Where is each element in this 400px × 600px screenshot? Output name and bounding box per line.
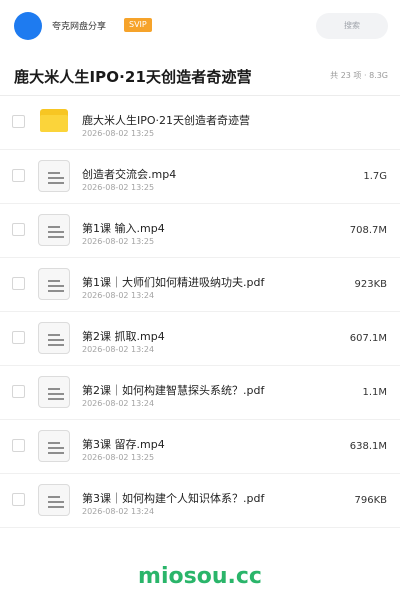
file-name: 第3课 留存.mp4 — [82, 438, 165, 451]
file-name: 第2课 抓取.mp4 — [82, 330, 165, 343]
item-checkbox[interactable] — [12, 169, 25, 182]
file-size: 708.7M — [349, 225, 387, 236]
file-name: 创造者交流会.mp4 — [82, 168, 177, 181]
file-size: 607.1M — [349, 333, 387, 344]
file-date: 2026-08-02 13:25 — [82, 129, 155, 138]
share-meta: 共 23 项 · 8.3G — [330, 71, 388, 80]
file-date: 2026-08-02 13:24 — [82, 399, 155, 408]
file-name: 鹿大米人生IPO·21天创造者奇迹营 — [82, 114, 251, 127]
file-date: 2026-08-02 13:24 — [82, 507, 155, 516]
document-icon — [38, 484, 70, 516]
item-checkbox[interactable] — [12, 493, 25, 506]
svip-badge: SVIP — [124, 18, 152, 32]
file-size: 923KB — [354, 279, 387, 290]
file-date: 2026-08-02 13:25 — [82, 453, 155, 462]
item-checkbox[interactable] — [12, 223, 25, 236]
item-checkbox[interactable] — [12, 277, 25, 290]
list-item[interactable]: 第1课｜大师们如何精进吸纳功夫.pdf 2026-08-02 13:24 923… — [0, 258, 400, 312]
file-date: 2026-08-02 13:24 — [82, 291, 155, 300]
list-item[interactable]: 第3课 留存.mp4 2026-08-02 13:25 638.1M — [0, 420, 400, 474]
file-size: 796KB — [354, 495, 387, 506]
watermark: miosou.cc — [138, 564, 262, 589]
list-item[interactable]: 第2课｜如何构建智慧探头系统？.pdf 2026-08-02 13:24 1.1… — [0, 366, 400, 420]
file-name: 第2课｜如何构建智慧探头系统？.pdf — [82, 384, 265, 397]
list-item[interactable]: 第1课 输入.mp4 2026-08-02 13:25 708.7M — [0, 204, 400, 258]
top-bar: 夸克网盘分享 SVIP 搜索 — [0, 0, 400, 52]
file-date: 2026-08-02 13:24 — [82, 345, 155, 354]
document-icon — [38, 268, 70, 300]
list-item[interactable]: 第3课｜如何构建个人知识体系？.pdf 2026-08-02 13:24 796… — [0, 474, 400, 528]
file-size: 1.7G — [363, 171, 387, 182]
folder-icon — [38, 106, 70, 138]
file-size: 1.1M — [362, 387, 387, 398]
document-icon — [38, 160, 70, 192]
share-title-bar: 鹿大米人生IPO·21天创造者奇迹营 共 23 项 · 8.3G — [0, 52, 400, 96]
file-date: 2026-08-02 13:25 — [82, 237, 155, 246]
file-name: 第1课 输入.mp4 — [82, 222, 165, 235]
list-item[interactable]: 鹿大米人生IPO·21天创造者奇迹营 2026-08-02 13:25 — [0, 96, 400, 150]
item-checkbox[interactable] — [12, 439, 25, 452]
sharer-name: 夸克网盘分享 — [52, 22, 107, 32]
item-checkbox[interactable] — [12, 385, 25, 398]
search-input[interactable]: 搜索 — [316, 13, 388, 39]
document-icon — [38, 214, 70, 246]
file-size: 638.1M — [349, 441, 387, 452]
list-item[interactable]: 第2课 抓取.mp4 2026-08-02 13:24 607.1M — [0, 312, 400, 366]
avatar[interactable] — [14, 12, 42, 40]
document-icon — [38, 322, 70, 354]
document-icon — [38, 376, 70, 408]
page-title: 鹿大米人生IPO·21天创造者奇迹营 — [14, 68, 252, 86]
file-list: 鹿大米人生IPO·21天创造者奇迹营 2026-08-02 13:25 创造者交… — [0, 96, 400, 528]
list-item[interactable]: 创造者交流会.mp4 2026-08-02 13:25 1.7G — [0, 150, 400, 204]
file-name: 第1课｜大师们如何精进吸纳功夫.pdf — [82, 276, 265, 289]
file-date: 2026-08-02 13:25 — [82, 183, 155, 192]
file-name: 第3课｜如何构建个人知识体系？.pdf — [82, 492, 265, 505]
item-checkbox[interactable] — [12, 115, 25, 128]
item-checkbox[interactable] — [12, 331, 25, 344]
document-icon — [38, 430, 70, 462]
